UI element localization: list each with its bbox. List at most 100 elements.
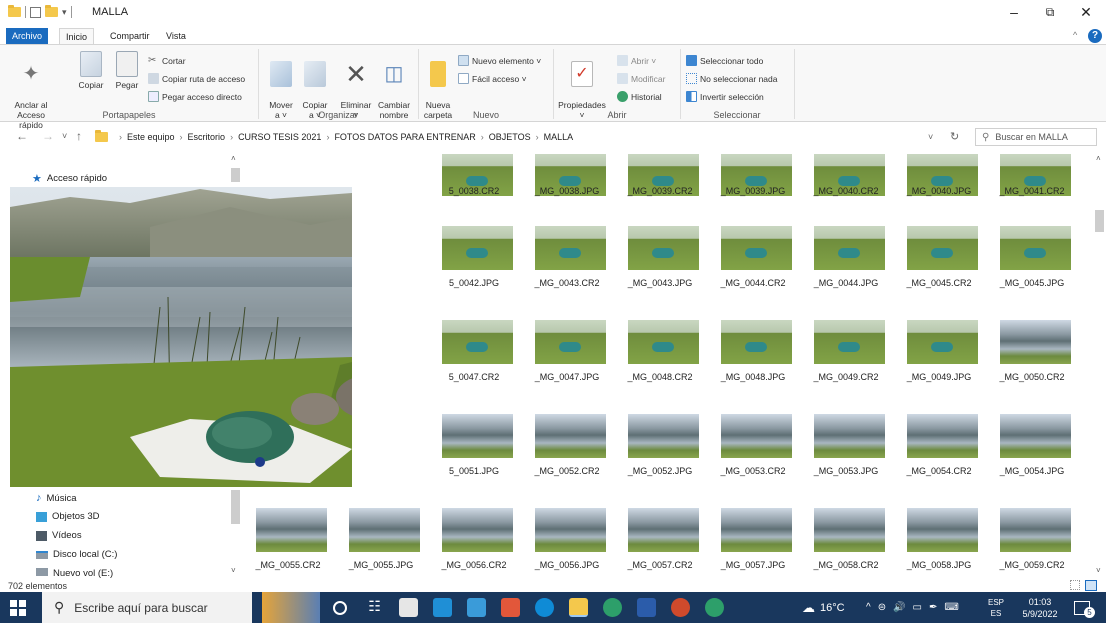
network-icon[interactable]: ⊜	[878, 602, 886, 613]
large-icons-view-icon[interactable]	[1085, 580, 1097, 591]
sidebar-item-disco-c[interactable]: Disco local (C:)	[36, 549, 117, 560]
file-item[interactable]: _MG_0045.JPG	[987, 226, 1077, 316]
word-app-icon[interactable]	[637, 598, 656, 617]
file-item[interactable]: _MG_0053.CR2	[708, 414, 798, 504]
cortana-icon[interactable]	[333, 601, 347, 615]
scroll-thumb[interactable]	[1095, 210, 1104, 232]
file-explorer-app-icon[interactable]	[569, 598, 588, 617]
scroll-thumb[interactable]	[231, 168, 240, 182]
chrome-app-icon-2[interactable]	[705, 598, 724, 617]
volume-icon[interactable]: 🔊	[893, 602, 905, 613]
address-dropdown-button[interactable]: ˅	[928, 132, 933, 142]
tab-compartir[interactable]: Compartir	[104, 28, 156, 44]
file-scrollbar[interactable]: ˄ ˅	[1093, 152, 1106, 580]
history-button[interactable]: Historial	[617, 91, 662, 102]
file-item[interactable]: _MG_0043.CR2	[522, 226, 612, 316]
tab-inicio[interactable]: Inicio	[59, 28, 95, 44]
details-view-icon[interactable]	[1070, 580, 1080, 590]
file-item[interactable]: _MG_0058.CR2	[801, 508, 891, 580]
file-item[interactable]: _MG_0047.JPG	[522, 320, 612, 410]
sidebar-item-musica[interactable]: ♪ Música	[36, 492, 77, 504]
help-button[interactable]: ?	[1088, 29, 1102, 43]
file-item[interactable]: _MG_0058.JPG	[894, 508, 984, 580]
file-item[interactable]: _MG_0057.CR2	[615, 508, 705, 580]
clock[interactable]: 01:03 5/9/2022	[1018, 592, 1062, 623]
breadcrumb-objetos[interactable]: OBJETOS	[489, 132, 531, 142]
file-item[interactable]: _MG_0054.CR2	[894, 414, 984, 504]
file-item[interactable]: _MG_0049.CR2	[801, 320, 891, 410]
close-button[interactable]: ✕	[1068, 2, 1104, 22]
tab-vista[interactable]: Vista	[160, 28, 192, 44]
file-item[interactable]: _MG_0050.CR2	[987, 320, 1077, 410]
weather-widget[interactable]: ☁ 16°C	[802, 592, 845, 623]
breadcrumb-malla[interactable]: MALLA	[544, 132, 574, 142]
refresh-button[interactable]: ↻	[950, 130, 959, 143]
file-item[interactable]: _MG_0044.CR2	[708, 226, 798, 316]
keyboard-icon[interactable]: ⌨	[944, 602, 958, 613]
scroll-down-arrow-icon[interactable]: ˅	[1096, 566, 1101, 575]
file-item[interactable]: _MG_0056.JPG	[522, 508, 612, 580]
task-view-icon[interactable]: ☷	[365, 598, 384, 617]
maximize-button[interactable]: ⧉	[1032, 2, 1068, 22]
easy-access-button[interactable]: Fácil acceso ˅	[458, 73, 527, 84]
scroll-down-arrow-icon[interactable]: ˅	[231, 566, 236, 575]
paste-shortcut-button[interactable]: Pegar acceso directo	[148, 91, 242, 102]
recent-locations-button[interactable]: ˅	[62, 131, 67, 141]
pdf-app-icon[interactable]	[501, 598, 520, 617]
customize-toolbar-icon[interactable]: ▾	[62, 7, 67, 18]
language-indicator[interactable]: ESP ES	[988, 592, 1004, 623]
tab-archivo[interactable]: Archivo	[6, 28, 49, 44]
edge-app-icon[interactable]	[535, 598, 554, 617]
file-item[interactable]: _MG_0059.CR2	[987, 508, 1077, 580]
mail-app-icon[interactable]	[467, 598, 486, 617]
address-bar[interactable]: › Este equipo › Escritorio › CURSO TESIS…	[95, 128, 945, 146]
chrome-app-icon[interactable]	[433, 598, 452, 617]
file-item[interactable]: 5_0051.JPG	[429, 414, 519, 504]
collapse-ribbon-button[interactable]: ^	[1073, 30, 1077, 40]
file-item[interactable]: _MG_0055.JPG	[336, 508, 426, 580]
breadcrumb-fotos[interactable]: FOTOS DATOS PARA ENTRENAR	[334, 132, 475, 142]
notifications-button[interactable]: 5	[1074, 592, 1095, 623]
search-input[interactable]: ⚲ Buscar en MALLA	[975, 128, 1097, 146]
new-folder-icon[interactable]	[45, 5, 58, 17]
sidebar-item-videos[interactable]: Vídeos	[36, 530, 82, 541]
forward-button[interactable]: →	[42, 129, 54, 143]
sidebar-item-nuevo-vol[interactable]: Nuevo vol (E:)	[36, 568, 113, 578]
taskbar-search[interactable]: ⚲ Escribe aquí para buscar	[42, 592, 252, 623]
file-item[interactable]: _MG_0057.JPG	[708, 508, 798, 580]
open-button[interactable]: Abrir ˅	[617, 55, 656, 66]
sidebar-item-objetos-3d[interactable]: Objetos 3D	[36, 511, 100, 522]
file-item[interactable]: _MG_0049.JPG	[894, 320, 984, 410]
battery-icon[interactable]: ▭	[913, 602, 922, 613]
select-none-button[interactable]: No seleccionar nada	[686, 73, 778, 84]
cut-button[interactable]: ✂ Cortar	[148, 55, 186, 66]
file-item[interactable]: 5_0042.JPG	[429, 226, 519, 316]
file-item[interactable]: _MG_0052.JPG	[615, 414, 705, 504]
select-all-button[interactable]: Seleccionar todo	[686, 55, 763, 66]
properties-icon[interactable]	[30, 6, 41, 18]
file-item[interactable]: _MG_0056.CR2	[429, 508, 519, 580]
paste-button[interactable]: Pegar	[112, 51, 142, 90]
breadcrumb-curso[interactable]: CURSO TESIS 2021	[238, 132, 321, 142]
file-item[interactable]: 5_0047.CR2	[429, 320, 519, 410]
copy-path-button[interactable]: Copiar ruta de acceso	[148, 73, 245, 84]
file-item[interactable]: _MG_0052.CR2	[522, 414, 612, 504]
minimize-button[interactable]: –	[996, 2, 1032, 22]
show-hidden-icons-button[interactable]: ^	[866, 602, 871, 613]
file-item[interactable]: _MG_0053.JPG	[801, 414, 891, 504]
breadcrumb-escritorio[interactable]: Escritorio	[188, 132, 226, 142]
file-item[interactable]: _MG_0043.JPG	[615, 226, 705, 316]
new-item-button[interactable]: Nuevo elemento ˅	[458, 55, 541, 66]
file-item[interactable]: _MG_0055.CR2	[243, 508, 333, 580]
up-button[interactable]: ↑	[76, 129, 82, 143]
scroll-up-arrow-icon[interactable]: ˄	[231, 154, 236, 163]
file-item[interactable]: _MG_0044.JPG	[801, 226, 891, 316]
copy-button[interactable]: Copiar	[76, 51, 106, 90]
powerpoint-app-icon[interactable]	[671, 598, 690, 617]
edit-button[interactable]: Modificar	[617, 73, 665, 84]
back-button[interactable]: ←	[16, 129, 28, 143]
sidebar-item-quick-access[interactable]: ★ Acceso rápido	[32, 172, 107, 185]
chrome-profile-app-icon[interactable]	[603, 598, 622, 617]
file-item[interactable]: _MG_0054.JPG	[987, 414, 1077, 504]
breadcrumb-este-equipo[interactable]: Este equipo	[127, 132, 175, 142]
